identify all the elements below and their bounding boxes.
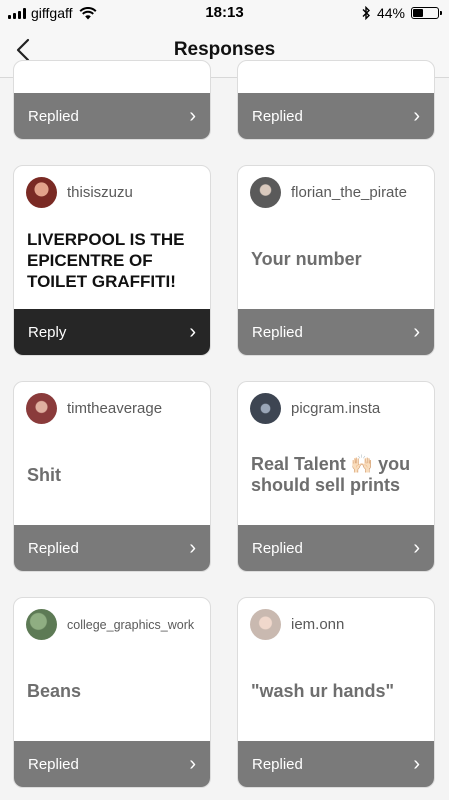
- response-message: Beans: [27, 681, 82, 701]
- replied-button[interactable]: Replied ›: [238, 93, 434, 139]
- response-message: LIVERPOOL IS THE EPICENTRE OF TOILET GRA…: [27, 230, 185, 291]
- status-bar: giffgaff 18:13 44%: [0, 0, 449, 26]
- user-info: iem.onn: [250, 609, 344, 640]
- status-label: Replied: [252, 107, 303, 125]
- response-card-florian[interactable]: florian_the_pirate Your number Replied ›: [237, 165, 435, 356]
- battery-percent: 44%: [376, 5, 405, 21]
- user-info: timtheaverage: [26, 393, 162, 424]
- response-card-iem-onn[interactable]: iem.onn "wash ur hands" Replied ›: [237, 597, 435, 788]
- username: college_graphics_work: [67, 617, 195, 632]
- status-label: Replied: [28, 539, 79, 557]
- status-label: Replied: [252, 323, 303, 341]
- user-info: thisiszuzu: [26, 177, 133, 208]
- status-label: Replied: [252, 755, 303, 773]
- battery-icon: [411, 7, 442, 19]
- avatar: [250, 609, 281, 640]
- user-info: florian_the_pirate: [250, 177, 407, 208]
- status-label: Reply: [28, 323, 67, 341]
- response-card-college-graphics[interactable]: college_graphics_work Beans Replied ›: [13, 597, 211, 788]
- chevron-right-icon: ›: [189, 537, 196, 559]
- chevron-right-icon: ›: [189, 753, 196, 775]
- battery-fill: [413, 9, 423, 17]
- username: picgram.insta: [291, 400, 381, 417]
- status-label: Replied: [28, 107, 79, 125]
- chevron-right-icon: ›: [189, 321, 196, 343]
- status-label: Replied: [252, 539, 303, 557]
- user-info: picgram.insta: [250, 393, 380, 424]
- response-card[interactable]: Replied ›: [237, 60, 435, 140]
- chevron-right-icon: ›: [413, 105, 420, 127]
- replied-button[interactable]: Replied ›: [14, 93, 210, 139]
- username: timtheaverage: [67, 400, 163, 417]
- replied-button[interactable]: Replied ›: [14, 525, 210, 571]
- response-message: "wash ur hands": [251, 681, 395, 701]
- username: iem.onn: [291, 616, 345, 633]
- response-card-thisiszuzu[interactable]: thisiszuzu LIVERPOOL IS THE EPICENTRE OF…: [13, 165, 211, 356]
- replied-button[interactable]: Replied ›: [14, 741, 210, 787]
- avatar: [26, 177, 57, 208]
- replied-button[interactable]: Replied ›: [238, 525, 434, 571]
- status-right: 44%: [361, 5, 442, 21]
- response-card[interactable]: Replied ›: [13, 60, 211, 140]
- response-message: Real Talent 🙌🏻 you should sell prints: [251, 454, 411, 495]
- response-card-timtheaverage[interactable]: timtheaverage Shit Replied ›: [13, 381, 211, 572]
- avatar: [26, 609, 57, 640]
- chevron-right-icon: ›: [413, 321, 420, 343]
- avatar: [250, 177, 281, 208]
- status-label: Replied: [28, 755, 79, 773]
- avatar: [26, 393, 57, 424]
- response-message: Your number: [251, 249, 362, 269]
- replied-button[interactable]: Replied ›: [238, 741, 434, 787]
- bluetooth-icon: [362, 6, 370, 20]
- chevron-right-icon: ›: [413, 753, 420, 775]
- reply-button[interactable]: Reply ›: [14, 309, 210, 355]
- avatar: [250, 393, 281, 424]
- username: thisiszuzu: [67, 184, 133, 201]
- chevron-right-icon: ›: [189, 105, 196, 127]
- response-message: Shit: [27, 465, 61, 485]
- chevron-right-icon: ›: [413, 537, 420, 559]
- page-title: Responses: [173, 39, 276, 60]
- replied-button[interactable]: Replied ›: [238, 309, 434, 355]
- user-info: college_graphics_work: [26, 609, 194, 640]
- username: florian_the_pirate: [291, 184, 407, 201]
- response-card-picgram[interactable]: picgram.insta Real Talent 🙌🏻 you should …: [237, 381, 435, 572]
